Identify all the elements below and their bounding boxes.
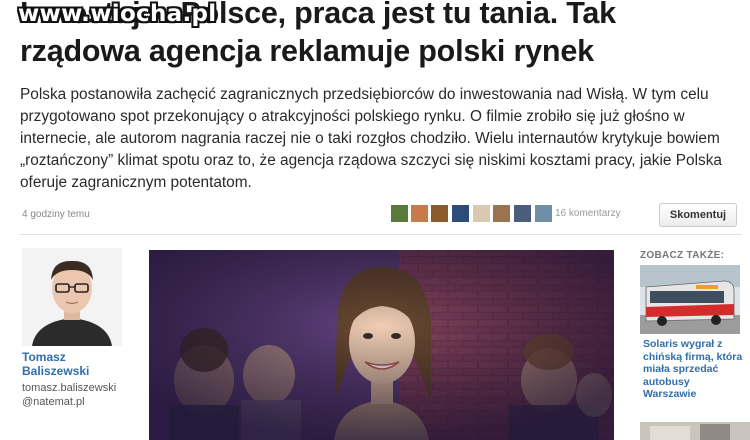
bus-photo: [640, 265, 740, 334]
commenter-avatar[interactable]: [514, 205, 531, 222]
related-article-image[interactable]: [640, 265, 740, 334]
commenter-avatar[interactable]: [431, 205, 448, 222]
commenter-avatar[interactable]: [452, 205, 469, 222]
article-lead: Polska postanowiła zachęcić zagranicznyc…: [20, 86, 722, 191]
author-photo[interactable]: [22, 248, 122, 346]
divider: [20, 234, 742, 235]
publish-time: 4 godziny temu: [22, 209, 90, 220]
related-article-title[interactable]: Solaris wygrał z chińską firmą, która mi…: [643, 338, 743, 401]
comment-count[interactable]: 16 komentarzy: [555, 208, 621, 219]
author-name[interactable]: Tomasz Baliszewski: [22, 350, 132, 378]
commenter-avatar[interactable]: [493, 205, 510, 222]
article-meta-row: 4 godziny temu 16 komentarzy Skomentuj: [20, 203, 740, 227]
video-frame-image: [149, 250, 614, 440]
author-portrait-image: [22, 248, 122, 346]
author-handle: tomasz.baliszewski @natemat.pl: [22, 382, 117, 408]
related-article-image-2[interactable]: [640, 422, 750, 440]
commenter-avatar[interactable]: [411, 205, 428, 222]
see-also-heading: ZOBACZ TAKŻE:: [640, 250, 725, 261]
commenter-avatar[interactable]: [473, 205, 490, 222]
commenter-avatar[interactable]: [535, 205, 552, 222]
site-watermark-logo: www.wiocha.pl: [18, 1, 217, 27]
comment-button[interactable]: Skomentuj: [659, 203, 737, 227]
commenter-avatar[interactable]: [391, 205, 408, 222]
video-player[interactable]: [149, 250, 614, 440]
related-photo-2: [640, 422, 750, 440]
